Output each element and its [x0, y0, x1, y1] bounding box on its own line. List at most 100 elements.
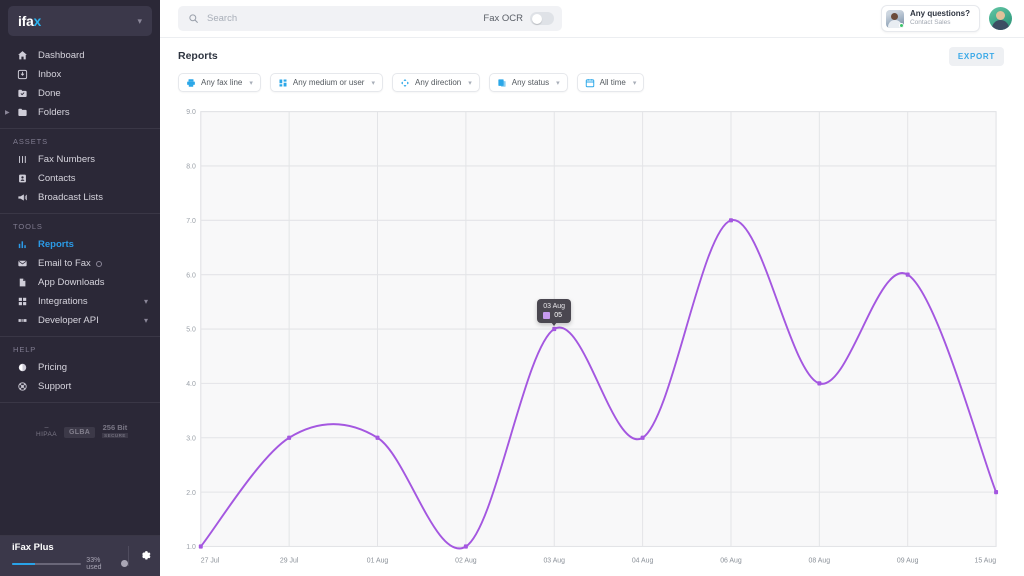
- plan-name: iFax Plus: [12, 541, 54, 553]
- filter-label: All time: [599, 78, 626, 87]
- page-title: Reports: [178, 50, 218, 62]
- sidebar-nav-assets: Fax Numbers Contacts Broadcast Lists: [0, 150, 160, 207]
- svg-text:3.0: 3.0: [186, 434, 196, 442]
- sidebar-item-reports[interactable]: Reports: [0, 235, 160, 254]
- page-header: Reports EXPORT: [178, 41, 1004, 71]
- sidebar-item-label: Dashboard: [38, 50, 85, 61]
- info-icon[interactable]: [121, 560, 128, 567]
- filter-label: Any direction: [414, 78, 462, 87]
- fax-ocr-toggle[interactable]: [530, 12, 554, 25]
- filter-status[interactable]: Any status ▾: [488, 73, 568, 92]
- filter-fax-line[interactable]: Any fax line ▾: [178, 73, 261, 92]
- bar-chart-icon: [16, 239, 29, 250]
- sidebar-item-dashboard[interactable]: Dashboard: [0, 46, 160, 65]
- gear-icon[interactable]: [138, 548, 152, 565]
- folder-icon: [16, 107, 29, 118]
- sidebar-item-email-to-fax[interactable]: Email to Fax: [0, 254, 160, 273]
- export-button[interactable]: EXPORT: [948, 46, 1004, 66]
- filter-label: Any medium or user: [292, 78, 365, 87]
- done-folder-icon: [16, 88, 29, 99]
- sidebar-item-label: Inbox: [38, 69, 62, 80]
- sidebar-item-label: Broadcast Lists: [38, 192, 103, 203]
- svg-text:01 Aug: 01 Aug: [367, 556, 389, 564]
- hipaa-badge: ⎯ HIPAA: [36, 424, 58, 439]
- encryption-badge-title: 256 Bit: [102, 423, 128, 432]
- expand-caret-icon[interactable]: ▶: [5, 109, 10, 116]
- svg-text:03 Aug: 03 Aug: [543, 556, 565, 564]
- filter-bar: Any fax line ▾ Any medium or user ▾ Any …: [178, 73, 1004, 92]
- usage-progress-fill: [12, 562, 35, 565]
- sidebar-item-broadcast-lists[interactable]: Broadcast Lists: [0, 188, 160, 207]
- chevron-down-icon[interactable]: ▾: [144, 297, 148, 306]
- top-bar: Fax OCR Any questions? Contact Sales: [160, 0, 1024, 38]
- svg-text:15 Aug: 15 Aug: [975, 556, 997, 564]
- chevron-down-icon: ▾: [137, 15, 142, 26]
- app-root: ifax ▾ Dashboard Inbox Done ▶ Folders AS…: [0, 0, 1024, 576]
- logo-text-main: ifa: [18, 13, 34, 29]
- calendar-icon: [585, 78, 595, 88]
- search-bar[interactable]: Fax OCR: [178, 6, 562, 31]
- filter-direction[interactable]: Any direction ▾: [391, 73, 480, 92]
- contacts-icon: [16, 173, 29, 184]
- chevron-down-icon: ▾: [249, 79, 253, 87]
- envelope-icon: [16, 258, 29, 269]
- svg-text:8.0: 8.0: [186, 162, 196, 170]
- search-input[interactable]: [207, 13, 484, 24]
- sidebar-item-pricing[interactable]: Pricing: [0, 358, 160, 377]
- fax-ocr-label: Fax OCR: [483, 13, 523, 24]
- x-axis-labels: 27 Jul 29 Jul 01 Aug 02 Aug 03 Aug 04 Aug 06 A…: [201, 556, 996, 564]
- sidebar-divider: [0, 213, 160, 214]
- sidebar-item-contacts[interactable]: Contacts: [0, 169, 160, 188]
- encryption-badge-sub: SECURE: [102, 433, 128, 438]
- sidebar-item-label: Folders: [38, 107, 70, 118]
- contact-sales-card[interactable]: Any questions? Contact Sales: [880, 5, 980, 32]
- chevron-down-icon: ▾: [556, 79, 560, 87]
- chevron-down-icon[interactable]: ▾: [144, 316, 148, 325]
- svg-text:2.0: 2.0: [186, 489, 196, 497]
- workspace-switcher[interactable]: ifax ▾: [8, 6, 152, 36]
- sidebar-item-label: Contacts: [38, 173, 76, 184]
- sidebar-divider: [0, 402, 160, 403]
- reports-line-chart[interactable]: 1.0 2.0 3.0 4.0 5.0 6.0 7.0 8.0 9.0 27 Jul 29 Jul…: [178, 101, 1004, 576]
- home-icon: [16, 50, 29, 61]
- grid-icon: [278, 78, 288, 88]
- sidebar-divider: [0, 128, 160, 129]
- filter-time-range[interactable]: All time ▾: [576, 73, 645, 92]
- sidebar-nav-primary: Dashboard Inbox Done ▶ Folders: [0, 42, 160, 122]
- sidebar-section-help: HELP: [13, 345, 37, 354]
- contact-card-text: Any questions? Contact Sales: [910, 9, 970, 27]
- grid-icon: [16, 296, 29, 307]
- search-icon: [188, 13, 199, 24]
- svg-text:08 Aug: 08 Aug: [809, 556, 831, 564]
- inbox-icon: [16, 69, 29, 80]
- avatar-body: [992, 20, 1009, 30]
- sidebar-item-fax-numbers[interactable]: Fax Numbers: [0, 150, 160, 169]
- pricing-icon: [16, 362, 29, 373]
- content-area: Reports EXPORT Any fax line ▾ Any medium…: [160, 38, 1024, 576]
- sidebar-item-folders[interactable]: ▶ Folders: [0, 103, 160, 122]
- sidebar-section-assets: ASSETS: [13, 137, 48, 146]
- status-pages-icon: [497, 78, 507, 88]
- hipaa-badge-label: HIPAA: [36, 431, 58, 438]
- sidebar-item-inbox[interactable]: Inbox: [0, 65, 160, 84]
- svg-text:06 Aug: 06 Aug: [720, 556, 742, 564]
- sidebar-item-label: Fax Numbers: [38, 154, 96, 165]
- svg-text:09 Aug: 09 Aug: [897, 556, 919, 564]
- svg-text:02 Aug: 02 Aug: [455, 556, 477, 564]
- sidebar-item-integrations[interactable]: Integrations ▾: [0, 292, 160, 311]
- chevron-down-icon: ▾: [632, 79, 637, 87]
- sidebar-item-support[interactable]: Support: [0, 377, 160, 396]
- info-icon[interactable]: [95, 260, 102, 267]
- fax-number-icon: [16, 154, 29, 165]
- avatar-head: [891, 12, 899, 20]
- toggle-knob: [531, 13, 542, 24]
- sidebar-item-developer-api[interactable]: Developer API ▾: [0, 311, 160, 330]
- code-icon: [16, 315, 29, 326]
- filter-medium-or-user[interactable]: Any medium or user ▾: [269, 73, 383, 92]
- sidebar-item-app-downloads[interactable]: App Downloads: [0, 273, 160, 292]
- avatar[interactable]: [989, 7, 1012, 30]
- sidebar-item-label: Email to Fax: [38, 258, 91, 269]
- sidebar-item-done[interactable]: Done: [0, 84, 160, 103]
- footer-divider: [128, 546, 129, 566]
